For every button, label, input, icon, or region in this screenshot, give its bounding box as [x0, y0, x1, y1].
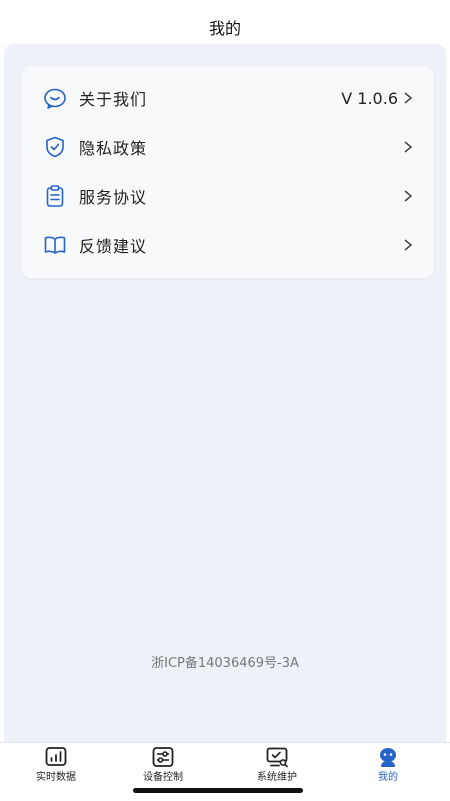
- top-bar: 我的: [0, 0, 450, 44]
- chevron-right-icon: [404, 190, 413, 202]
- menu-item-label: 隐私政策: [79, 139, 148, 158]
- home-indicator: [133, 788, 303, 793]
- menu-item-about[interactable]: 关于我们 V 1.0.6: [21, 74, 434, 122]
- book-icon: [44, 236, 66, 254]
- menu-item-feedback[interactable]: 反馈建议: [21, 221, 434, 269]
- page-title: 我的: [208, 19, 241, 38]
- version-text: V 1.0.6: [341, 88, 398, 108]
- sliders-icon: [152, 747, 174, 767]
- clipboard-icon: [46, 185, 64, 207]
- menu-item-service-agreement[interactable]: 服务协议: [21, 172, 434, 220]
- tab-mine[interactable]: 我的: [332, 743, 444, 801]
- tab-label: 设备控制: [143, 772, 183, 783]
- icp-record-text: 浙ICP备14036469号-3A: [151, 656, 299, 671]
- tab-label: 系统维护: [257, 772, 297, 783]
- tab-realtime-data[interactable]: 实时数据: [0, 743, 112, 801]
- menu-item-label: 关于我们: [79, 90, 148, 109]
- chevron-right-icon: [404, 239, 413, 251]
- smile-chat-icon: [44, 88, 66, 109]
- menu-item-label: 服务协议: [79, 188, 148, 207]
- menu-item-label: 反馈建议: [79, 237, 148, 256]
- user-icon: [380, 748, 396, 767]
- monitor-search-icon: [266, 747, 288, 768]
- chevron-right-icon: [404, 92, 413, 104]
- chevron-right-icon: [404, 141, 413, 153]
- chart-icon: [45, 747, 67, 766]
- settings-card: 关于我们 V 1.0.6 隐私政策 服务协议 反馈建议: [21, 66, 434, 278]
- shield-check-icon: [46, 136, 64, 158]
- tab-label: 我的: [378, 772, 398, 783]
- menu-item-privacy[interactable]: 隐私政策: [21, 123, 434, 171]
- tab-label: 实时数据: [36, 772, 76, 783]
